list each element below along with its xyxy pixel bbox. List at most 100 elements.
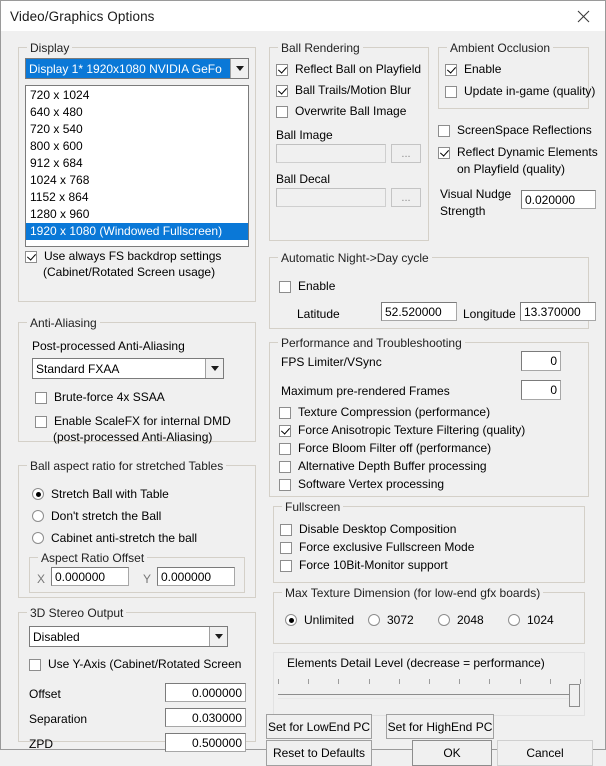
- set-highend-pc-label: Set for HighEnd PC: [387, 719, 493, 734]
- resolution-list-item[interactable]: 912 x 684: [26, 155, 248, 172]
- longitude-label: Longitude: [463, 307, 516, 321]
- stereo-separation-input[interactable]: 0.030000: [165, 708, 246, 727]
- resolution-list-item[interactable]: 1024 x 768: [26, 172, 248, 189]
- detail-level-thumb[interactable]: [569, 684, 580, 707]
- post-aa-select[interactable]: Standard FXAA: [32, 358, 224, 379]
- resolution-list-item[interactable]: 1280 x 960: [26, 206, 248, 223]
- ao-update-ingame-checkbox[interactable]: Update in-game (quality): [445, 85, 595, 98]
- force-exclusive-fullscreen-checkbox[interactable]: Force exclusive Fullscreen Mode: [280, 541, 474, 554]
- night-day-enable-label: Enable: [298, 279, 336, 293]
- resolution-list-item[interactable]: 720 x 540: [26, 121, 248, 138]
- stereo-mode-select[interactable]: Disabled: [29, 626, 228, 647]
- detail-level-slider[interactable]: [278, 677, 581, 709]
- detail-level-ticks: [278, 677, 581, 685]
- resolution-list-item[interactable]: 640 x 480: [26, 104, 248, 121]
- resolution-list-item[interactable]: 1920 x 1080 (Windowed Fullscreen): [26, 223, 248, 240]
- close-button[interactable]: [561, 1, 605, 31]
- slider-tick: [338, 679, 340, 684]
- bloom-filter-off-checkbox[interactable]: Force Bloom Filter off (performance): [279, 442, 491, 455]
- ball-image-input[interactable]: [276, 144, 386, 163]
- anti-aliasing-group-caption: Anti-Aliasing: [27, 316, 100, 330]
- set-highend-pc-button[interactable]: Set for HighEnd PC: [386, 714, 494, 739]
- ao-enable-checkbox-box: [445, 64, 457, 76]
- ball-image-browse-button[interactable]: ...: [391, 144, 421, 163]
- close-icon: [577, 10, 589, 22]
- radio-circle: [285, 614, 297, 626]
- anisotropic-filtering-checkbox[interactable]: Force Anisotropic Texture Filtering (qua…: [279, 424, 525, 437]
- radio-dont-stretch-ball[interactable]: Don't stretch the Ball: [32, 509, 161, 523]
- reset-to-defaults-button[interactable]: Reset to Defaults: [266, 740, 372, 766]
- resolution-list-item[interactable]: 720 x 1024: [26, 87, 248, 104]
- window-title: Video/Graphics Options: [10, 8, 155, 24]
- set-lowend-pc-label: Set for LowEnd PC: [267, 719, 371, 734]
- stereo-y-axis-checkbox-box: [29, 659, 41, 671]
- chevron-down-icon[interactable]: [209, 627, 227, 646]
- scalefx-label-line2: (post-processed Anti-Aliasing): [53, 430, 213, 444]
- set-lowend-pc-button[interactable]: Set for LowEnd PC: [266, 714, 372, 739]
- disable-desktop-composition-checkbox-box: [280, 524, 292, 536]
- software-vertex-checkbox-box: [279, 479, 291, 491]
- stereo-offset-input[interactable]: 0.000000: [165, 683, 246, 702]
- screenspace-reflections-label: ScreenSpace Reflections: [457, 123, 592, 137]
- software-vertex-checkbox[interactable]: Software Vertex processing: [279, 478, 444, 491]
- reflect-dynamic-elements-checkbox-box: [438, 147, 450, 159]
- latitude-input[interactable]: 52.520000: [381, 302, 457, 321]
- radio-label: 3072: [387, 613, 414, 627]
- radio-circle: [508, 614, 520, 626]
- disable-desktop-composition-checkbox[interactable]: Disable Desktop Composition: [280, 523, 456, 536]
- resolution-list-item[interactable]: 800 x 600: [26, 138, 248, 155]
- radio-cabinet-anti-stretch[interactable]: Cabinet anti-stretch the ball: [32, 531, 197, 545]
- reflect-ball-on-playfield-checkbox[interactable]: Reflect Ball on Playfield: [276, 63, 421, 76]
- prerendered-frames-label: Maximum pre-rendered Frames: [281, 384, 450, 398]
- ball-trails-label: Ball Trails/Motion Blur: [295, 83, 412, 97]
- stereo-separation-value: 0.030000: [191, 710, 242, 725]
- radio-max-texture-3072[interactable]: 3072: [368, 613, 414, 627]
- ball-trails-checkbox[interactable]: Ball Trails/Motion Blur: [276, 84, 411, 97]
- alternative-depth-buffer-label: Alternative Depth Buffer processing: [298, 459, 487, 473]
- night-day-enable-checkbox[interactable]: Enable: [279, 280, 335, 293]
- screenspace-reflections-checkbox[interactable]: ScreenSpace Reflections: [438, 124, 592, 137]
- aspect-offset-y-input[interactable]: 0.000000: [157, 567, 235, 586]
- performance-group-caption: Performance and Troubleshooting: [278, 336, 465, 350]
- texture-compression-checkbox[interactable]: Texture Compression (performance): [279, 406, 490, 419]
- longitude-input[interactable]: 13.370000: [520, 302, 596, 321]
- chevron-down-icon[interactable]: [205, 359, 223, 378]
- brute-force-ssaa-checkbox[interactable]: Brute-force 4x SSAA: [35, 391, 165, 404]
- ok-button[interactable]: OK: [412, 740, 492, 766]
- ball-rendering-group-caption: Ball Rendering: [278, 41, 363, 55]
- slider-tick: [459, 679, 461, 684]
- display-select[interactable]: Display 1* 1920x1080 NVIDIA GeFo: [25, 58, 249, 79]
- radio-label: Unlimited: [304, 613, 355, 627]
- anisotropic-filtering-label: Force Anisotropic Texture Filtering (qua…: [298, 423, 526, 437]
- radio-max-texture-2048[interactable]: 2048: [438, 613, 484, 627]
- cancel-label: Cancel: [526, 746, 564, 760]
- radio-max-texture-unlimited[interactable]: Unlimited: [285, 613, 354, 627]
- cancel-button[interactable]: Cancel: [497, 740, 593, 766]
- fps-limiter-input[interactable]: 0: [521, 351, 561, 371]
- stereo-y-axis-checkbox[interactable]: Use Y-Axis (Cabinet/Rotated Screen: [29, 658, 241, 671]
- resolution-listbox[interactable]: 720 x 1024 640 x 480 720 x 540 800 x 600 912…: [25, 85, 249, 247]
- reflect-dynamic-elements-checkbox[interactable]: Reflect Dynamic Elements: [438, 146, 598, 159]
- alternative-depth-buffer-checkbox[interactable]: Alternative Depth Buffer processing: [279, 460, 487, 473]
- fs-backdrop-checkbox[interactable]: Use always FS backdrop settings: [25, 250, 251, 263]
- radio-label: Don't stretch the Ball: [51, 509, 162, 523]
- ball-decal-browse-button[interactable]: ...: [391, 188, 421, 207]
- reflect-ball-label: Reflect Ball on Playfield: [295, 62, 422, 76]
- stereo-group-caption: 3D Stereo Output: [27, 606, 127, 620]
- visual-nudge-input[interactable]: 0.020000: [521, 190, 596, 209]
- stereo-zpd-input[interactable]: 0.500000: [165, 733, 246, 752]
- chevron-down-icon[interactable]: [230, 59, 248, 78]
- scalefx-checkbox[interactable]: Enable ScaleFX for internal DMD: [35, 415, 231, 428]
- visual-nudge-value: 0.020000: [525, 192, 576, 207]
- aspect-offset-x-input[interactable]: 0.000000: [51, 567, 129, 586]
- visual-nudge-label-line2: Strength: [440, 204, 486, 218]
- ball-decal-input[interactable]: [276, 188, 386, 207]
- force-10bit-monitor-checkbox[interactable]: Force 10Bit-Monitor support: [280, 559, 448, 572]
- slider-tick: [580, 679, 581, 684]
- radio-stretch-ball-with-table[interactable]: Stretch Ball with Table: [32, 487, 169, 501]
- prerendered-frames-input[interactable]: 0: [521, 380, 561, 400]
- radio-max-texture-1024[interactable]: 1024: [508, 613, 554, 627]
- resolution-list-item[interactable]: 1152 x 864: [26, 189, 248, 206]
- ao-enable-checkbox[interactable]: Enable: [445, 63, 501, 76]
- overwrite-ball-image-checkbox[interactable]: Overwrite Ball Image: [276, 105, 406, 118]
